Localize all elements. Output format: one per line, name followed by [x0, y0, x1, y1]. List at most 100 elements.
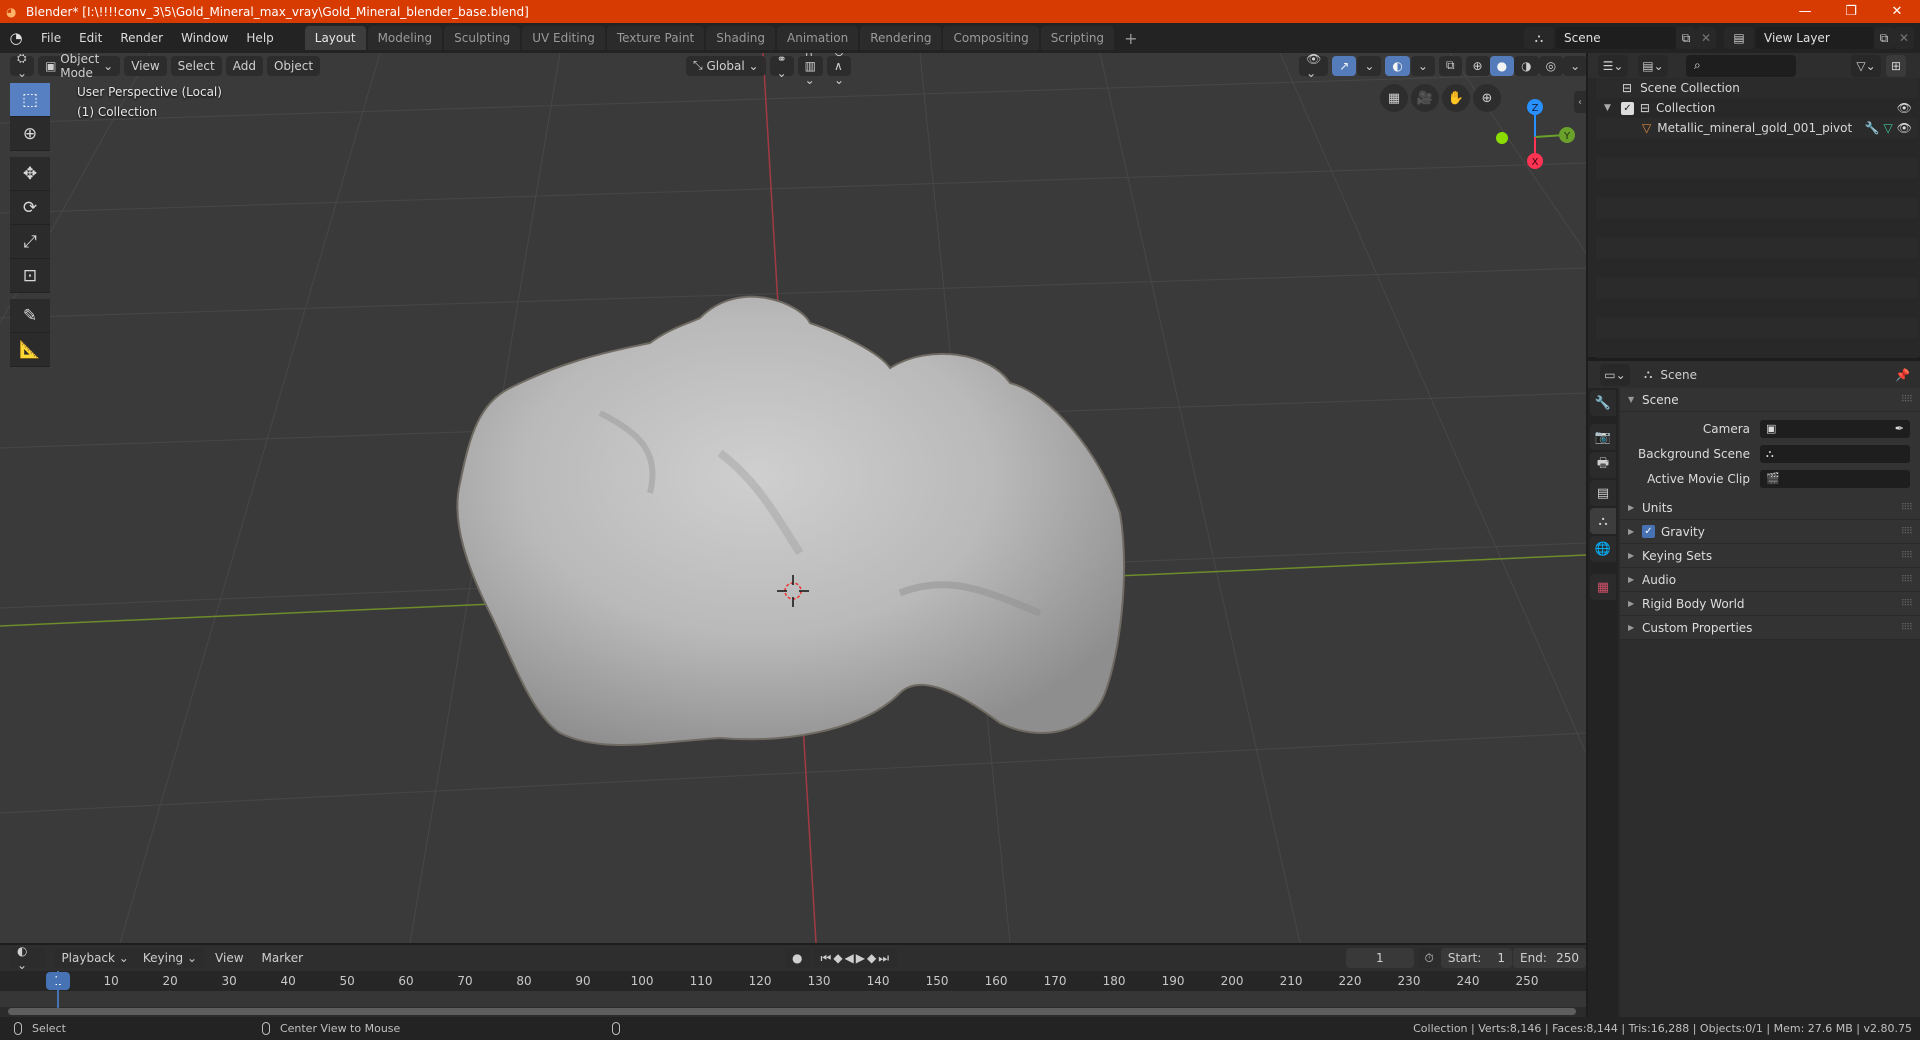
menu-render[interactable]: Render [111, 23, 172, 53]
visibility-eye-icon[interactable]: 👁 [1897, 101, 1912, 115]
menu-edit[interactable]: Edit [70, 23, 111, 53]
units-panel-header[interactable]: ▶ Units ⠿⠿ [1620, 496, 1920, 520]
new-collection-icon[interactable]: ⊞ [1886, 54, 1906, 77]
tab-modeling[interactable]: Modeling [367, 26, 443, 50]
view-layer-field[interactable]: View Layer [1756, 27, 1874, 49]
editor-type-icon[interactable]: ▭⌄ [1600, 363, 1630, 386]
tab-shading[interactable]: Shading [706, 26, 775, 50]
proportional-editing-toggle[interactable]: ⊙ ∧ ⌄ [827, 53, 852, 87]
collection-row[interactable]: ▼ ✓ ⊟ Collection 👁 [1596, 98, 1918, 118]
jump-end-icon[interactable]: ⏭ [878, 951, 891, 966]
visibility-selectability-button[interactable]: 👁 ⌄ [1299, 53, 1329, 80]
blender-menu-icon[interactable]: ◔ [0, 29, 32, 47]
transform-tool[interactable]: ⊡ [10, 259, 50, 293]
pan-hand-icon[interactable]: ✋ [1442, 84, 1470, 112]
camera-field[interactable]: ▣ ✒ [1760, 419, 1910, 438]
mode-selector[interactable]: ▣ Object Mode ⌄ [38, 53, 121, 80]
outliner-search-input[interactable]: ⌕ [1686, 54, 1796, 77]
timeline-view-menu[interactable]: View [208, 948, 250, 968]
overlay-toggle[interactable]: ◐ [1385, 55, 1410, 76]
stopwatch-icon[interactable]: ⏱ [1417, 948, 1441, 968]
tab-view-layer[interactable]: ▤ [1590, 480, 1616, 506]
collection-checkbox[interactable]: ✓ [1620, 101, 1634, 115]
camera-view-icon[interactable]: 🎥 [1411, 84, 1439, 112]
pivot-point-dropdown[interactable]: ⚭ ⌄ [769, 53, 794, 80]
tab-texture-paint[interactable]: Texture Paint [606, 26, 705, 50]
editor-type-button[interactable]: ⛭ ⌄ [10, 53, 35, 80]
jump-start-icon[interactable]: ⏮ [821, 951, 834, 966]
timeline-scrollbar[interactable] [8, 1008, 1576, 1015]
keying-menu[interactable]: Keying ⌄ [135, 948, 205, 968]
rotate-tool[interactable]: ⟳ [10, 191, 50, 225]
active-movie-clip-field[interactable]: 🎬 [1760, 469, 1910, 488]
frame-ruler[interactable]: 1 10203040506070809010011012013014015016… [0, 971, 1586, 991]
record-button[interactable]: ● [785, 948, 810, 968]
measure-tool[interactable]: 📐 [10, 333, 50, 367]
object-row[interactable]: ▽ Metallic_mineral_gold_001_pivot 🔧 ▽ 👁 [1596, 118, 1918, 138]
next-keyframe-icon[interactable]: ◆ [867, 951, 878, 965]
solid-shading-button[interactable]: ● [1489, 55, 1515, 76]
tab-tool[interactable]: 🔧 [1590, 390, 1616, 416]
minimize-button[interactable]: — [1782, 0, 1828, 23]
eyedropper-icon[interactable]: ✒ [1895, 422, 1904, 435]
tab-texture[interactable]: ▦ [1590, 574, 1616, 600]
add-workspace-button[interactable]: + [1116, 29, 1145, 48]
current-frame-field[interactable]: 1 [1346, 948, 1414, 968]
marker-menu[interactable]: Marker [255, 948, 310, 968]
wireframe-shading-button[interactable]: ⊕ [1465, 55, 1490, 76]
maximize-button[interactable]: ❐ [1828, 0, 1874, 23]
tab-uv-editing[interactable]: UV Editing [522, 26, 605, 50]
material-shading-button[interactable]: ◑ [1514, 55, 1539, 76]
snap-toggle[interactable]: ∩ ▥ ⌄ [797, 53, 823, 87]
rendered-shading-button[interactable]: ◎ [1538, 55, 1564, 76]
sidebar-toggle-icon[interactable]: ‹ [1574, 91, 1586, 113]
menu-add[interactable]: Add [225, 55, 263, 76]
play-reverse-icon[interactable]: ◀ [845, 951, 856, 965]
tab-sculpting[interactable]: Sculpting [444, 26, 521, 50]
modifier-wrench-icon[interactable]: 🔧 [1865, 121, 1880, 135]
tab-scene[interactable]: ⛬ [1590, 508, 1616, 534]
overlay-dropdown[interactable]: ⌄ [1410, 55, 1435, 76]
keying-sets-panel-header[interactable]: ▶ Keying Sets ⠿⠿ [1620, 544, 1920, 568]
playback-controls[interactable]: ⏮ ◆ ◀ ▶ ◆ ⏭ [813, 948, 899, 968]
new-scene-button[interactable]: ⧉ [1676, 27, 1696, 49]
3d-viewport[interactable]: ⛭ ⌄ ▣ Object Mode ⌄ View Select Add Obje… [0, 53, 1586, 943]
scene-type-icon[interactable]: ⛬ [1524, 27, 1554, 49]
menu-window[interactable]: Window [172, 23, 237, 53]
tab-world[interactable]: 🌐 [1590, 536, 1616, 562]
gravity-panel-header[interactable]: ▶ ✓ Gravity ⠿⠿ [1620, 520, 1920, 544]
shading-dropdown[interactable]: ⌄ [1563, 55, 1586, 76]
prev-keyframe-icon[interactable]: ◆ [833, 951, 844, 965]
tab-compositing[interactable]: Compositing [943, 26, 1039, 50]
gravity-checkbox[interactable]: ✓ [1642, 525, 1655, 538]
custom-properties-panel-header[interactable]: ▶ Custom Properties ⠿⠿ [1620, 616, 1920, 640]
menu-object[interactable]: Object [266, 55, 321, 76]
mesh-data-icon[interactable]: ▽ [1884, 121, 1893, 135]
scene-name-field[interactable]: Scene [1556, 27, 1676, 49]
tab-animation[interactable]: Animation [777, 26, 859, 50]
menu-select[interactable]: Select [170, 55, 222, 76]
scene-panel-header[interactable]: ▼ Scene ⠿⠿ [1620, 388, 1920, 412]
move-tool[interactable]: ✥ [10, 157, 50, 191]
visibility-eye-icon[interactable]: 👁 [1897, 121, 1912, 135]
tab-render[interactable]: 📷 [1590, 424, 1616, 450]
close-button[interactable]: ✕ [1874, 0, 1920, 23]
neg-y-handle[interactable] [1496, 132, 1508, 144]
filter-icon[interactable]: ▽⌄ [1851, 54, 1881, 77]
pin-icon[interactable]: 📌 [1895, 368, 1910, 382]
cursor-tool[interactable]: ⊕ [10, 117, 50, 151]
playhead-line[interactable] [57, 971, 59, 1013]
keyframe-track[interactable] [0, 971, 1586, 1013]
select-box-tool[interactable]: ⬚ [10, 83, 50, 117]
menu-file[interactable]: File [32, 23, 70, 53]
tab-rendering[interactable]: Rendering [860, 26, 942, 50]
background-scene-field[interactable]: ⛬ [1760, 444, 1910, 463]
menu-view[interactable]: View [124, 55, 167, 76]
navigation-gizmo[interactable]: Z Y X [1490, 91, 1580, 171]
drag-grip-icon[interactable]: ⠿⠿ [1901, 395, 1913, 405]
tab-scripting[interactable]: Scripting [1040, 26, 1115, 50]
display-mode-icon[interactable]: ☰⌄ [1598, 54, 1628, 77]
scale-tool[interactable]: ⤢ [10, 225, 50, 259]
delete-view-layer-button[interactable]: ✕ [1894, 27, 1914, 49]
audio-panel-header[interactable]: ▶ Audio ⠿⠿ [1620, 568, 1920, 592]
